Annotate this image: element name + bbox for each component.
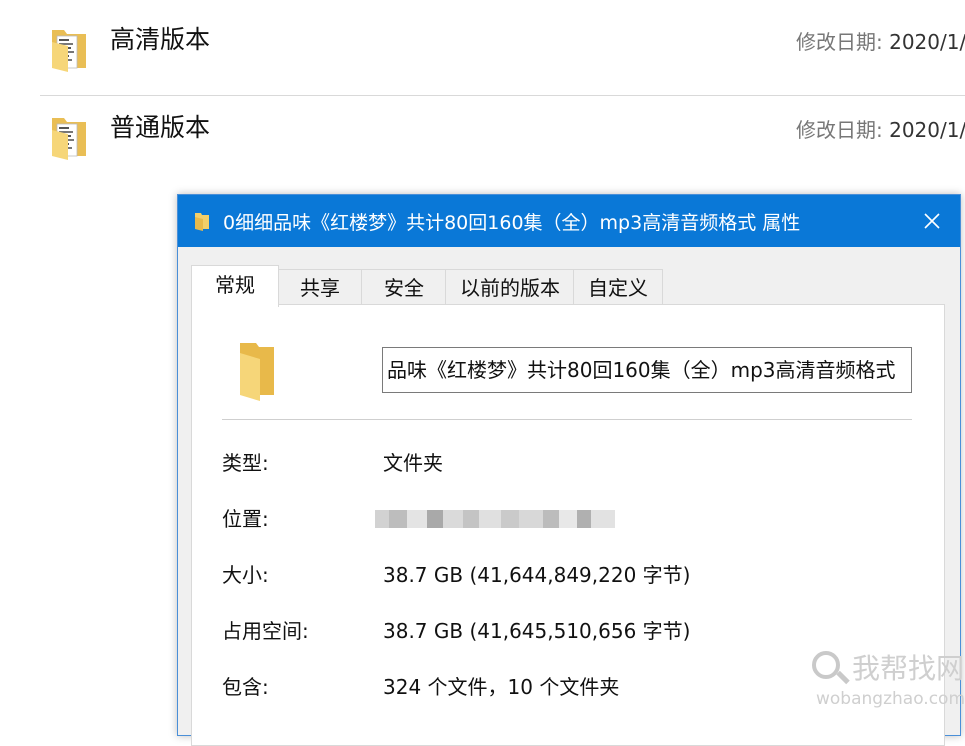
location-label: 位置:: [222, 507, 269, 531]
size-label: 大小:: [222, 563, 269, 587]
folder-icon: [240, 343, 274, 401]
explorer-row-2[interactable]: 普通版本 修改日期: 2020/1/: [0, 88, 965, 178]
tab-sharing[interactable]: 共享: [277, 269, 363, 306]
folder-name-field[interactable]: 品味《红楼梦》共计80回160集（全）mp3高清音频格式: [382, 347, 912, 393]
dialog-titlebar[interactable]: 0细细品味《红楼梦》共计80回160集（全）mp3高清音频格式 属性: [178, 195, 960, 247]
folder-name[interactable]: 普通版本: [110, 108, 210, 144]
tab-security[interactable]: 安全: [361, 269, 447, 306]
type-value: 文件夹: [383, 451, 443, 475]
modified-date-label: 修改日期:: [796, 30, 883, 54]
type-label: 类型:: [222, 451, 269, 475]
divider: [222, 419, 912, 420]
folder-icon: [52, 30, 86, 72]
tab-general[interactable]: 常规: [191, 265, 279, 307]
search-icon-handle: [836, 670, 850, 685]
modified-date: 修改日期: 2020/1/: [796, 26, 965, 55]
modified-date-value: 2020/1/: [889, 30, 965, 54]
contains-value: 324 个文件，10 个文件夹: [383, 675, 620, 699]
watermark: 我帮找网 wobangzhao.com: [810, 645, 965, 715]
modified-date-value: 2020/1/: [889, 118, 965, 142]
folder-icon: [195, 213, 209, 231]
contains-label: 包含:: [222, 675, 269, 699]
close-button[interactable]: [904, 195, 960, 247]
size-on-disk-value: 38.7 GB (41,645,510,656 字节): [383, 619, 691, 643]
folder-name[interactable]: 高清版本: [110, 20, 210, 56]
explorer-row-1[interactable]: 高清版本 修改日期: 2020/1/: [0, 0, 965, 96]
size-on-disk-label: 占用空间:: [222, 619, 309, 643]
location-value-blurred: [375, 510, 615, 528]
close-icon: [924, 213, 940, 229]
modified-date-label: 修改日期:: [796, 118, 883, 142]
modified-date: 修改日期: 2020/1/: [796, 114, 965, 143]
size-value: 38.7 GB (41,644,849,220 字节): [383, 563, 691, 587]
watermark-url: wobangzhao.com: [816, 689, 965, 709]
tab-previous-versions[interactable]: 以前的版本: [445, 269, 575, 306]
folder-icon: [52, 118, 86, 160]
tab-customize[interactable]: 自定义: [573, 269, 663, 306]
watermark-text: 我帮找网: [852, 652, 965, 685]
dialog-title: 0细细品味《红楼梦》共计80回160集（全）mp3高清音频格式 属性: [223, 212, 801, 234]
